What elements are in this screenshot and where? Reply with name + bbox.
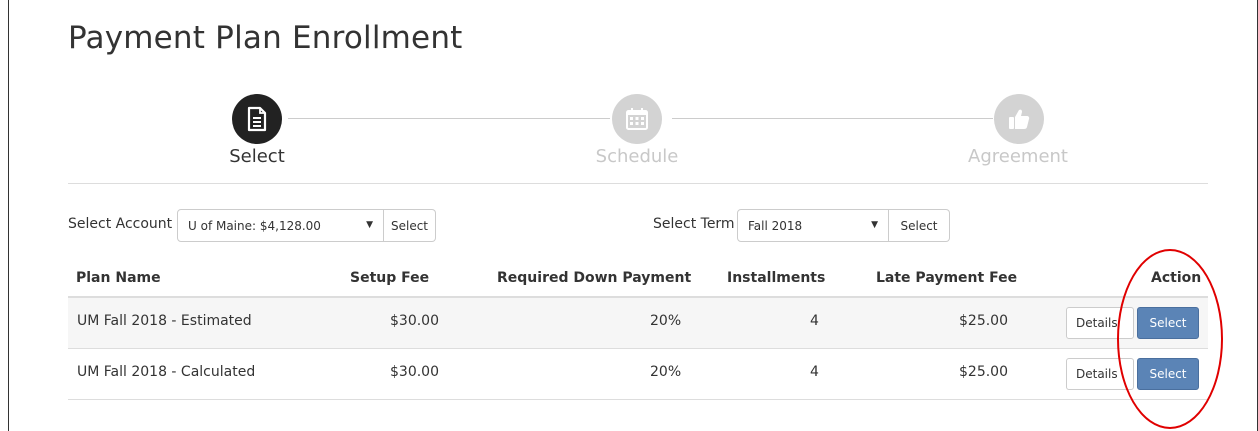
thumbs-up-icon	[1009, 109, 1030, 129]
account-select[interactable]: U of Maine: $4,128.00 ▼	[177, 209, 384, 242]
col-header-installments: Installments	[727, 270, 826, 286]
chevron-down-icon: ▼	[871, 220, 878, 230]
details-button[interactable]: Details	[1066, 358, 1134, 390]
step-select[interactable]	[232, 94, 282, 144]
select-plan-button[interactable]: Select	[1137, 307, 1199, 339]
plan-name-cell: UM Fall 2018 - Calculated	[77, 364, 256, 380]
document-icon	[247, 106, 267, 132]
chevron-down-icon: ▼	[366, 220, 373, 230]
account-select-value: U of Maine: $4,128.00	[188, 218, 321, 233]
term-select-button[interactable]: Select	[889, 209, 950, 242]
installments-cell: 4	[810, 364, 819, 380]
stepper-divider	[68, 183, 1208, 184]
account-select-button[interactable]: Select	[384, 209, 436, 242]
step-label-agreement: Agreement	[968, 146, 1068, 167]
calendar-icon	[626, 108, 648, 130]
col-header-setup-fee: Setup Fee	[350, 270, 430, 286]
term-select-value: Fall 2018	[748, 218, 803, 233]
account-label: Select Account	[68, 216, 173, 232]
col-header-down-payment: Required Down Payment	[497, 270, 692, 286]
step-schedule[interactable]	[612, 94, 662, 144]
setup-fee-cell: $30.00	[390, 313, 439, 329]
step-connector	[288, 118, 610, 119]
down-payment-cell: 20%	[650, 313, 682, 329]
col-header-action: Action	[1151, 270, 1202, 286]
term-select[interactable]: Fall 2018 ▼	[737, 209, 889, 242]
col-header-late-fee: Late Payment Fee	[876, 270, 1018, 286]
table-row: UM Fall 2018 - Estimated $30.00 20% 4 $2…	[68, 298, 1208, 349]
select-plan-button[interactable]: Select	[1137, 358, 1199, 390]
table-row: UM Fall 2018 - Calculated $30.00 20% 4 $…	[68, 349, 1208, 400]
late-fee-cell: $25.00	[959, 364, 1008, 380]
term-label: Select Term	[653, 216, 735, 232]
setup-fee-cell: $30.00	[390, 364, 439, 380]
late-fee-cell: $25.00	[959, 313, 1008, 329]
details-button[interactable]: Details	[1066, 307, 1134, 339]
down-payment-cell: 20%	[650, 364, 682, 380]
col-header-plan-name: Plan Name	[76, 270, 161, 286]
plan-name-cell: UM Fall 2018 - Estimated	[77, 313, 252, 329]
step-label-schedule: Schedule	[595, 146, 679, 167]
installments-cell: 4	[810, 313, 819, 329]
step-connector	[672, 118, 993, 119]
page-title: Payment Plan Enrollment	[68, 20, 463, 56]
step-agreement[interactable]	[994, 94, 1044, 144]
step-label-select: Select	[229, 146, 285, 167]
